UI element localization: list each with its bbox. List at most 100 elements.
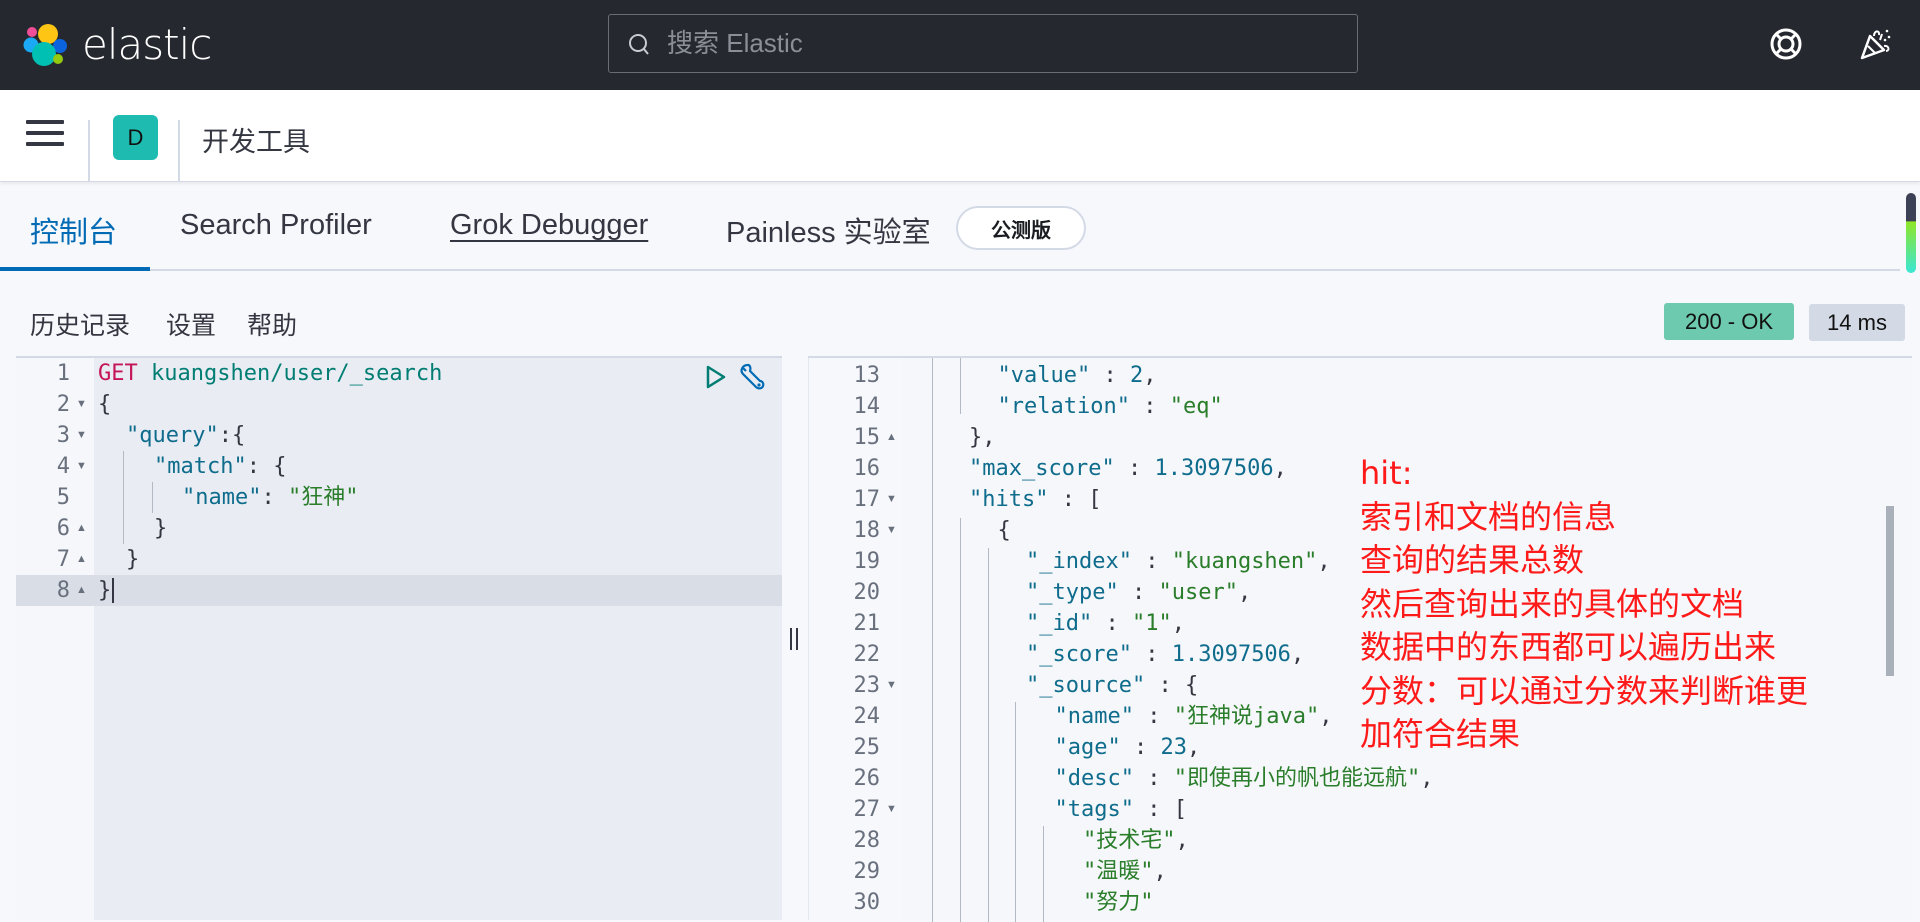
response-line-28: "技术宅", <box>1083 825 1189 856</box>
fold-end-icon[interactable]: ▲ <box>886 422 897 453</box>
json-end: , <box>1317 549 1331 574</box>
json-text: }, <box>969 425 996 450</box>
fold-collapse-icon[interactable]: ▼ <box>886 515 897 546</box>
annotation-line: 索引和文档的信息 <box>1360 497 1617 536</box>
text-cursor <box>112 578 114 603</box>
console-actions: 历史记录 设置 帮助 200 - OK 14 ms <box>0 300 1920 350</box>
active-line-highlight <box>94 575 782 606</box>
response-line-19: "_index" : "kuangshen", <box>1026 546 1331 577</box>
fold-collapse-icon[interactable]: ▼ <box>886 794 897 825</box>
menu-toggle-button[interactable] <box>26 120 64 152</box>
json-str: "努力" <box>1083 890 1154 915</box>
json-sep: : <box>1092 611 1132 636</box>
line-number: 20 <box>853 580 881 605</box>
help-button[interactable] <box>1764 22 1808 66</box>
fold-end-icon[interactable]: ▲ <box>76 575 87 606</box>
response-line-23: "_source" : { <box>1026 670 1198 701</box>
tab-painless-lab[interactable]: Painless 实验室 <box>726 209 931 251</box>
settings-link[interactable]: 设置 <box>166 306 216 342</box>
json-sep: : <box>1120 735 1161 760</box>
json-sep: : <box>1131 642 1172 667</box>
help-link[interactable]: 帮助 <box>247 306 297 342</box>
json-sep: : <box>1114 456 1155 481</box>
request-url: kuangshen/user/_search <box>151 361 443 386</box>
response-line-21: "_id" : "1", <box>1026 608 1185 639</box>
line-number: 24 <box>853 704 881 729</box>
party-popper-icon <box>1860 29 1891 60</box>
json-num: 2 <box>1129 363 1144 388</box>
json-key: "_index" <box>1026 549 1132 574</box>
json-text: { <box>997 518 1011 543</box>
response-line-30: "努力" <box>1083 887 1154 918</box>
search-input[interactable] <box>667 28 1347 59</box>
tab-console[interactable]: 控制台 <box>30 209 117 251</box>
response-line-17: "hits" : [ <box>969 484 1101 515</box>
json-key: "name" <box>1054 704 1134 729</box>
response-line-24: "name" : "狂神说java", <box>1055 701 1333 732</box>
news-button[interactable] <box>1854 22 1898 66</box>
response-line-14: "relation" : "eq" <box>998 391 1223 422</box>
annotation-line: 分数：可以通过分数来判断谁更 <box>1360 671 1809 710</box>
annotation-line: 数据中的东西都可以遍历出来 <box>1360 628 1777 666</box>
code-line-7: } <box>126 547 140 572</box>
indent-guide <box>123 451 124 544</box>
json-sep: : { <box>1145 673 1199 698</box>
json-key: "query" <box>126 423 219 448</box>
json-sep: : <box>1090 363 1130 388</box>
fold-end-icon[interactable]: ▲ <box>76 513 87 544</box>
code-line-4: "match": { <box>154 451 286 482</box>
tab-grok-debugger[interactable]: Grok Debugger <box>450 209 648 242</box>
json-end: , <box>1153 859 1167 884</box>
elastic-logo[interactable]: elastic <box>22 20 212 69</box>
line-number: 16 <box>853 456 881 481</box>
page-scrollbar[interactable] <box>1906 193 1916 273</box>
lifebuoy-icon <box>1770 28 1802 60</box>
response-line-25: "age" : 23, <box>1055 732 1201 763</box>
json-str: "kuangshen" <box>1171 549 1318 574</box>
json-key: "desc" <box>1054 766 1134 791</box>
red-annotation: hit: 索引和文档的信息 查询的结果总数 然后查询出来的具体的文档 数据中的东… <box>1360 452 1808 757</box>
tab-search-profiler[interactable]: Search Profiler <box>180 209 372 242</box>
response-line-20: "_type" : "user", <box>1026 577 1251 608</box>
history-link[interactable]: 历史记录 <box>30 306 130 342</box>
indent-guide <box>932 358 933 922</box>
wrench-icon[interactable] <box>736 362 768 392</box>
request-editor[interactable]: 1 2 ▼ 3 ▼ 4 ▼ 5 6 ▲ 7 ▲ 8 ▲ GET kuangshe… <box>16 356 782 920</box>
json-sep: : [ <box>1048 487 1102 512</box>
fold-collapse-icon[interactable]: ▼ <box>76 420 87 451</box>
json-punct: : <box>261 485 288 510</box>
send-request-play-icon[interactable] <box>704 364 728 390</box>
line-number: 4 <box>56 454 70 479</box>
response-line-26: "desc" : "即使再小的帆也能远航", <box>1055 763 1434 794</box>
json-key: "max_score" <box>969 456 1115 481</box>
fold-collapse-icon[interactable]: ▼ <box>76 451 87 482</box>
response-scrollbar[interactable] <box>1886 506 1894 676</box>
json-sep: : <box>1118 580 1159 605</box>
json-end: , <box>1273 456 1287 481</box>
json-key: "relation" <box>997 394 1130 419</box>
hamburger-icon-bar <box>26 142 64 146</box>
fold-collapse-icon[interactable]: ▼ <box>886 484 897 515</box>
line-number: 27 <box>853 797 881 822</box>
line-number: 13 <box>853 363 881 388</box>
json-punct: : { <box>246 454 287 479</box>
line-number: 19 <box>853 549 881 574</box>
json-sep: : <box>1133 766 1174 791</box>
brand-name: elastic <box>82 20 212 69</box>
response-time-badge: 14 ms <box>1809 304 1905 341</box>
json-sep: : <box>1133 704 1174 729</box>
fold-collapse-icon[interactable]: ▼ <box>76 389 87 420</box>
divider <box>178 120 180 182</box>
global-search[interactable] <box>608 14 1358 73</box>
fold-end-icon[interactable]: ▲ <box>76 544 87 575</box>
json-end: , <box>1237 580 1252 605</box>
panel-resizer[interactable] <box>790 628 800 652</box>
json-end: , <box>1171 611 1185 636</box>
json-str: "狂神说java" <box>1173 704 1320 729</box>
fold-collapse-icon[interactable]: ▼ <box>886 670 897 701</box>
hamburger-icon <box>26 120 64 124</box>
request-code[interactable]: GET kuangshen/user/_search { "query":{ "… <box>94 358 782 920</box>
space-avatar[interactable]: D <box>113 115 158 160</box>
hamburger-icon-bar <box>26 131 64 135</box>
annotation-line: 查询的结果总数 <box>1360 541 1585 579</box>
